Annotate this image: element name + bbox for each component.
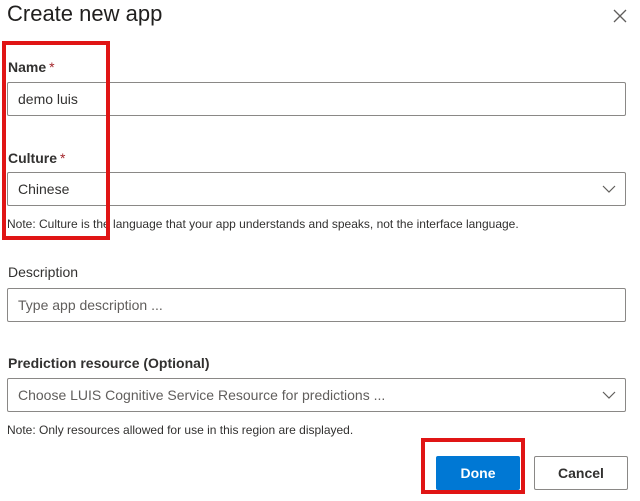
name-label: Name * (8, 58, 55, 76)
name-input-value: demo luis (18, 91, 78, 107)
description-label: Description (8, 263, 78, 281)
done-button[interactable]: Done (436, 456, 520, 490)
chevron-down-icon (602, 391, 616, 399)
description-placeholder: Type app description ... (18, 297, 163, 313)
prediction-resource-label-text: Prediction resource (Optional) (8, 355, 210, 371)
close-icon (613, 9, 627, 23)
required-marker: * (60, 150, 66, 166)
name-label-text: Name (8, 59, 47, 75)
prediction-resource-label: Prediction resource (Optional) (8, 354, 209, 372)
close-button[interactable] (608, 4, 632, 28)
required-marker: * (49, 59, 55, 75)
cancel-button[interactable]: Cancel (534, 456, 628, 490)
description-input[interactable]: Type app description ... (7, 288, 626, 322)
culture-selected-value: Chinese (18, 181, 70, 197)
culture-label: Culture * (8, 149, 65, 167)
description-label-text: Description (8, 264, 79, 280)
chevron-down-icon (602, 185, 616, 193)
dialog-title: Create new app (7, 1, 163, 26)
culture-dropdown[interactable]: Chinese (7, 172, 626, 206)
name-input[interactable]: demo luis (7, 82, 626, 116)
culture-note: Note: Culture is the language that your … (7, 217, 519, 231)
prediction-resource-note: Note: Only resources allowed for use in … (7, 423, 354, 437)
prediction-resource-placeholder: Choose LUIS Cognitive Service Resource f… (18, 387, 386, 403)
culture-label-text: Culture (8, 150, 57, 166)
create-app-dialog: Create new app Name * demo luis Culture * … (0, 0, 640, 501)
prediction-resource-dropdown[interactable]: Choose LUIS Cognitive Service Resource f… (7, 378, 626, 412)
